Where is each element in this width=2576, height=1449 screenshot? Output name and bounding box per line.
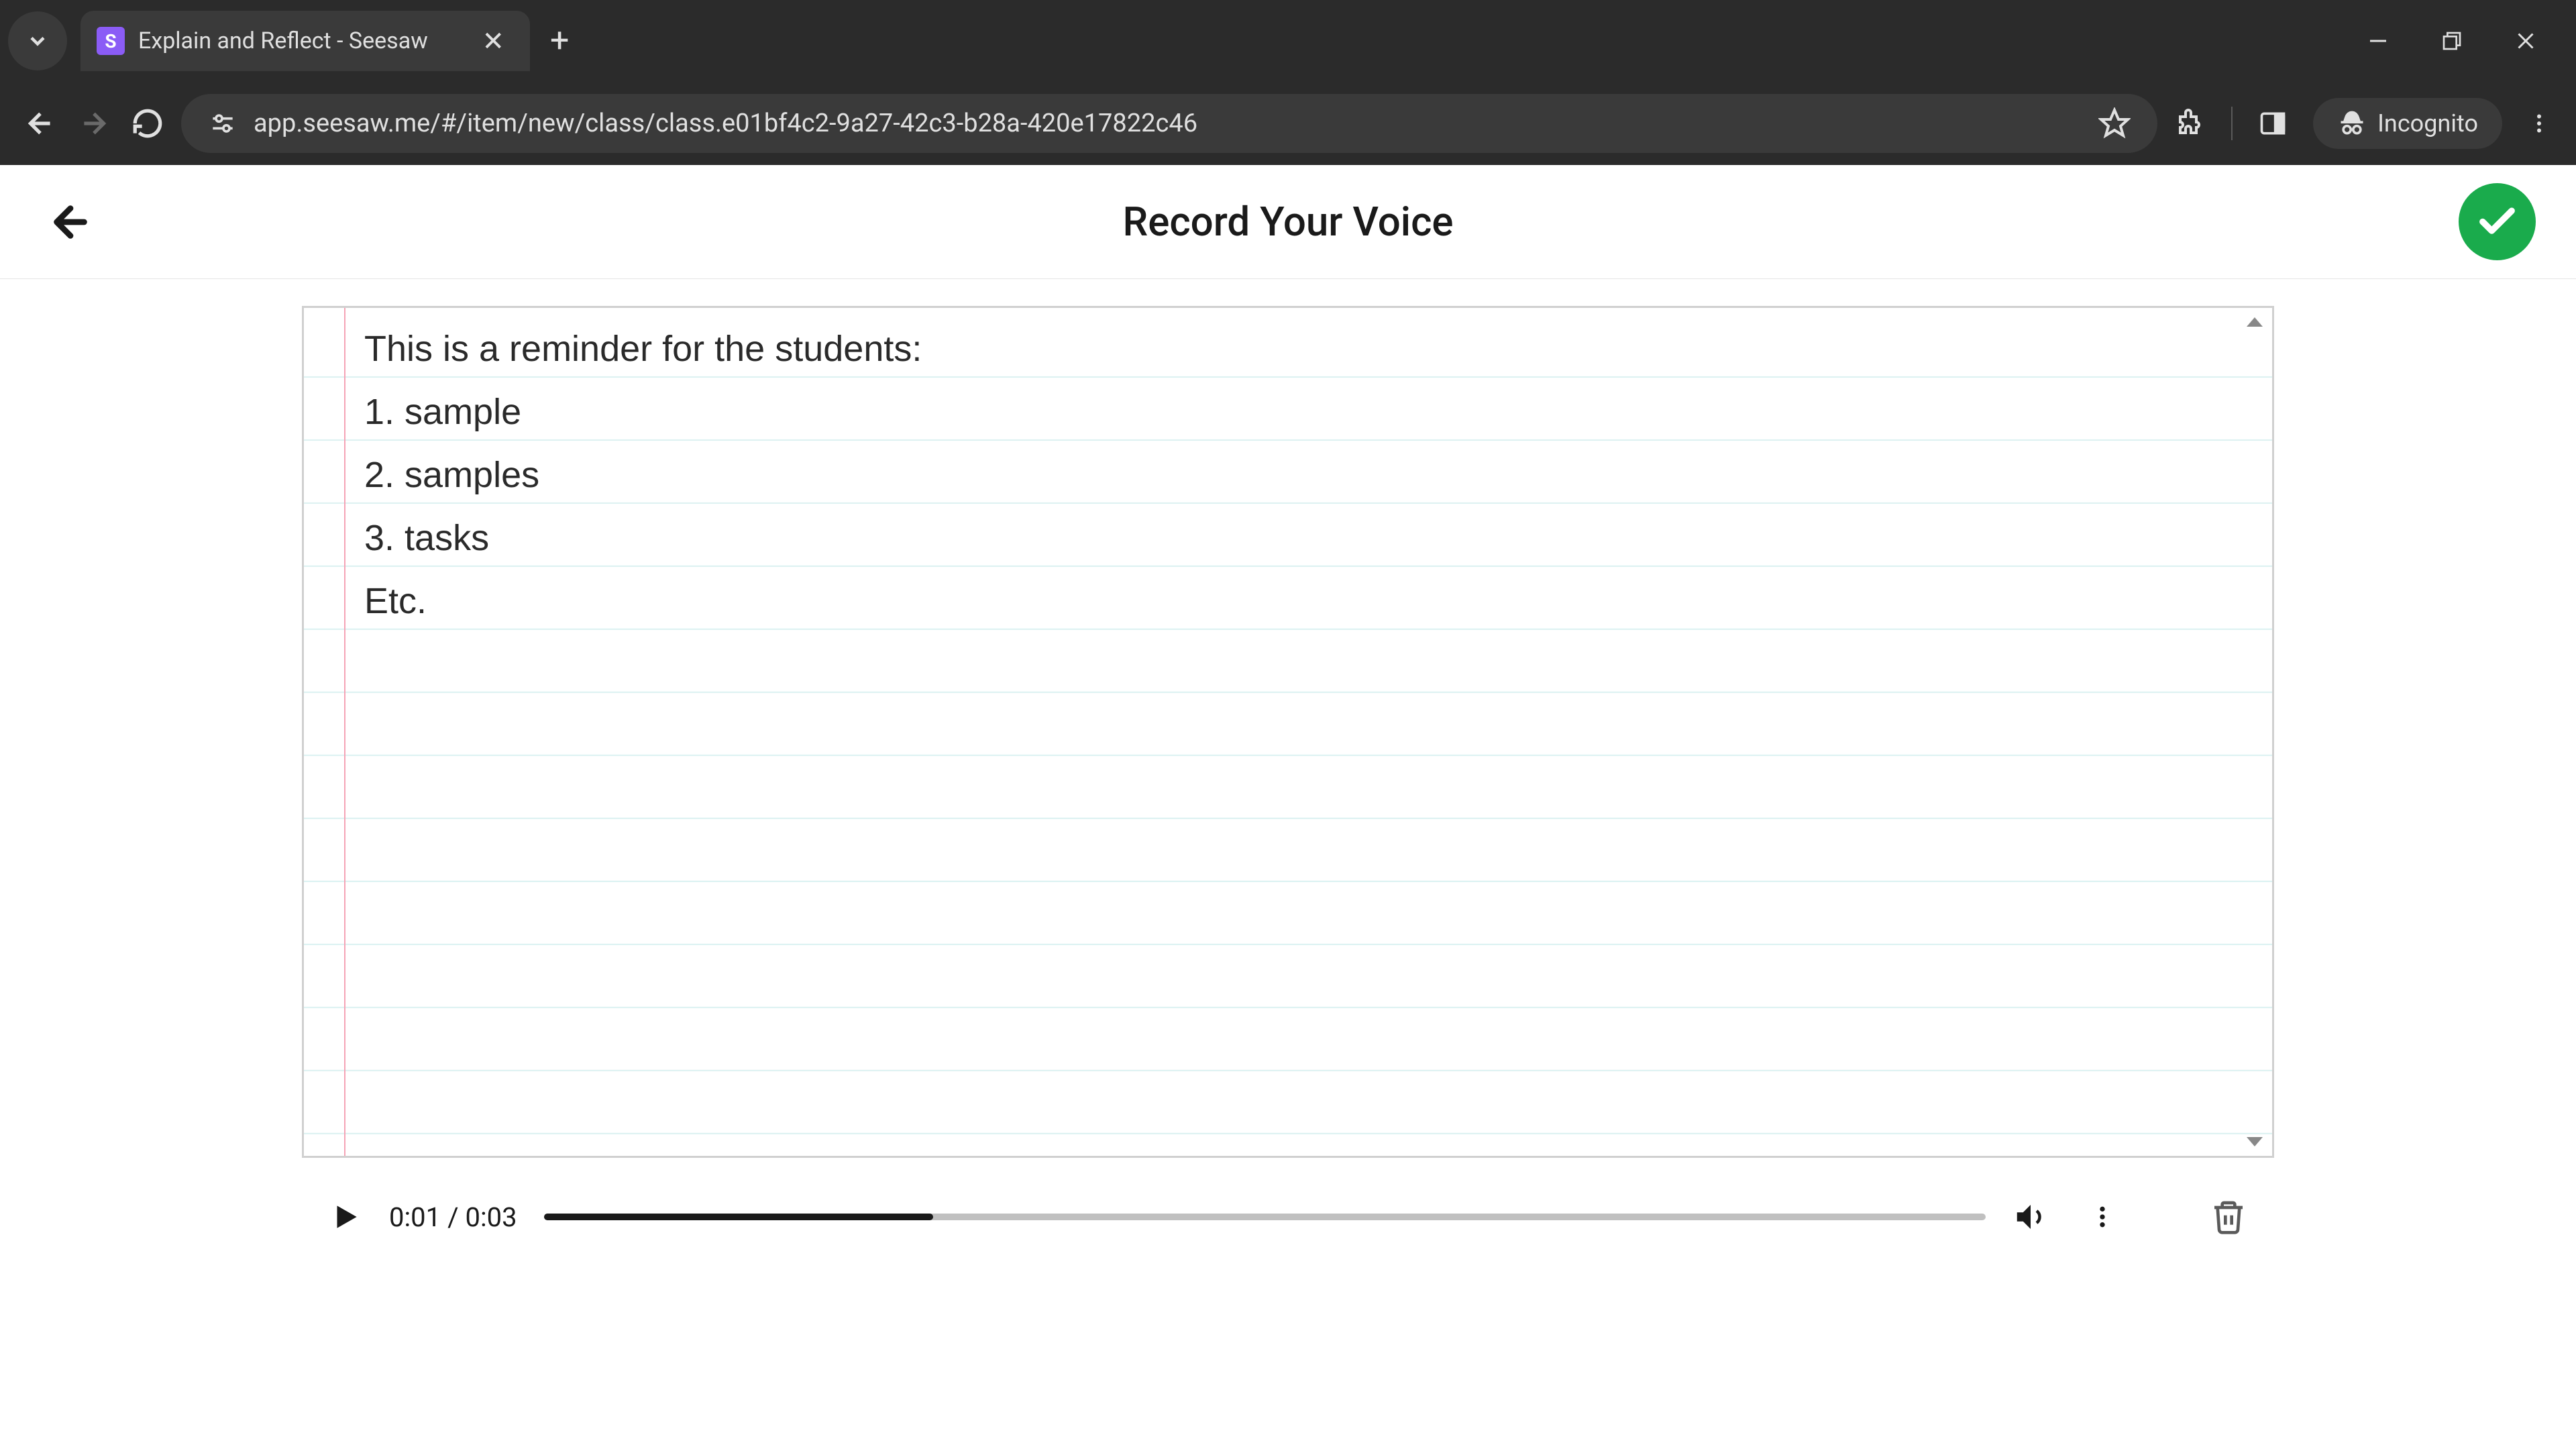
scroll-up-indicator[interactable]	[2247, 317, 2263, 327]
minimize-button[interactable]	[2361, 24, 2395, 58]
note-line: 3. tasks	[364, 506, 2245, 570]
dots-vertical-icon	[2527, 111, 2551, 136]
toolbar-divider	[2231, 107, 2233, 140]
window-controls	[2361, 24, 2576, 58]
main-area: This is a reminder for the students: 1. …	[0, 279, 2576, 1449]
puzzle-icon	[2175, 107, 2207, 140]
note-line: 2. samples	[364, 443, 2245, 506]
tab-favicon: S	[97, 27, 125, 55]
confirm-button[interactable]	[2459, 183, 2536, 260]
sidepanel-button[interactable]	[2253, 103, 2293, 144]
note-text-content: This is a reminder for the students: 1. …	[304, 308, 2272, 642]
audio-more-button[interactable]	[2089, 1203, 2116, 1230]
note-container[interactable]: This is a reminder for the students: 1. …	[302, 306, 2274, 1158]
incognito-label: Incognito	[2377, 109, 2478, 138]
play-button[interactable]	[329, 1200, 362, 1234]
tune-icon	[208, 109, 237, 138]
current-time: 0:01	[389, 1201, 441, 1233]
trash-icon	[2210, 1198, 2247, 1236]
star-icon	[2098, 107, 2131, 140]
incognito-badge[interactable]: Incognito	[2313, 98, 2502, 149]
incognito-icon	[2337, 109, 2367, 138]
time-display: 0:01 / 0:03	[389, 1201, 517, 1233]
url-text: app.seesaw.me/#/item/new/class/class.e01…	[254, 109, 2082, 138]
volume-icon	[2012, 1199, 2049, 1235]
arrow-right-icon	[77, 107, 111, 140]
address-bar-row: app.seesaw.me/#/item/new/class/class.e01…	[0, 82, 2576, 165]
toolbar-right: Incognito	[2171, 98, 2556, 149]
browser-menu-button[interactable]	[2522, 107, 2556, 140]
checkmark-icon	[2475, 200, 2519, 244]
dots-vertical-icon	[2089, 1203, 2116, 1230]
scroll-down-indicator[interactable]	[2247, 1137, 2263, 1146]
delete-audio-button[interactable]	[2210, 1198, 2247, 1236]
address-bar[interactable]: app.seesaw.me/#/item/new/class/class.e01…	[181, 94, 2157, 153]
reload-button[interactable]	[127, 103, 168, 144]
app-content: Record Your Voice This is a reminder for…	[0, 165, 2576, 1449]
sidepanel-icon	[2258, 109, 2288, 138]
close-window-button[interactable]	[2509, 24, 2542, 58]
note-line: 1. sample	[364, 380, 2245, 443]
note-line: Etc.	[364, 570, 2245, 633]
tab-title: Explain and Reflect - Seesaw	[138, 28, 463, 54]
extensions-button[interactable]	[2171, 103, 2211, 144]
close-icon	[2514, 29, 2538, 53]
maximize-button[interactable]	[2435, 24, 2469, 58]
volume-button[interactable]	[2012, 1199, 2049, 1235]
app-header: Record Your Voice	[0, 165, 2576, 279]
audio-progress-fill	[544, 1214, 933, 1220]
play-icon	[329, 1200, 362, 1234]
favicon-letter: S	[105, 30, 116, 52]
bookmark-button[interactable]	[2098, 107, 2131, 140]
maximize-icon	[2441, 30, 2463, 52]
page-title: Record Your Voice	[1122, 198, 1453, 246]
browser-tab[interactable]: S Explain and Reflect - Seesaw ✕	[80, 11, 530, 71]
reload-icon	[131, 107, 164, 140]
forward-nav-button[interactable]	[74, 103, 114, 144]
audio-progress-bar[interactable]	[544, 1214, 1986, 1220]
total-time: 0:03	[466, 1201, 517, 1233]
site-settings-button[interactable]	[208, 109, 237, 138]
browser-chrome: S Explain and Reflect - Seesaw ✕ +	[0, 0, 2576, 165]
new-tab-button[interactable]: +	[530, 21, 589, 60]
audio-player: 0:01 / 0:03	[302, 1158, 2274, 1276]
app-back-button[interactable]	[40, 192, 101, 252]
arrow-left-icon	[47, 199, 94, 246]
tab-search-button[interactable]	[8, 11, 67, 70]
chevron-down-icon	[25, 29, 50, 53]
tab-close-button[interactable]: ✕	[476, 25, 510, 57]
arrow-left-icon	[23, 107, 57, 140]
minimize-icon	[2366, 29, 2390, 53]
note-line: This is a reminder for the students:	[364, 317, 2245, 380]
back-nav-button[interactable]	[20, 103, 60, 144]
tab-bar: S Explain and Reflect - Seesaw ✕ +	[0, 0, 2576, 82]
